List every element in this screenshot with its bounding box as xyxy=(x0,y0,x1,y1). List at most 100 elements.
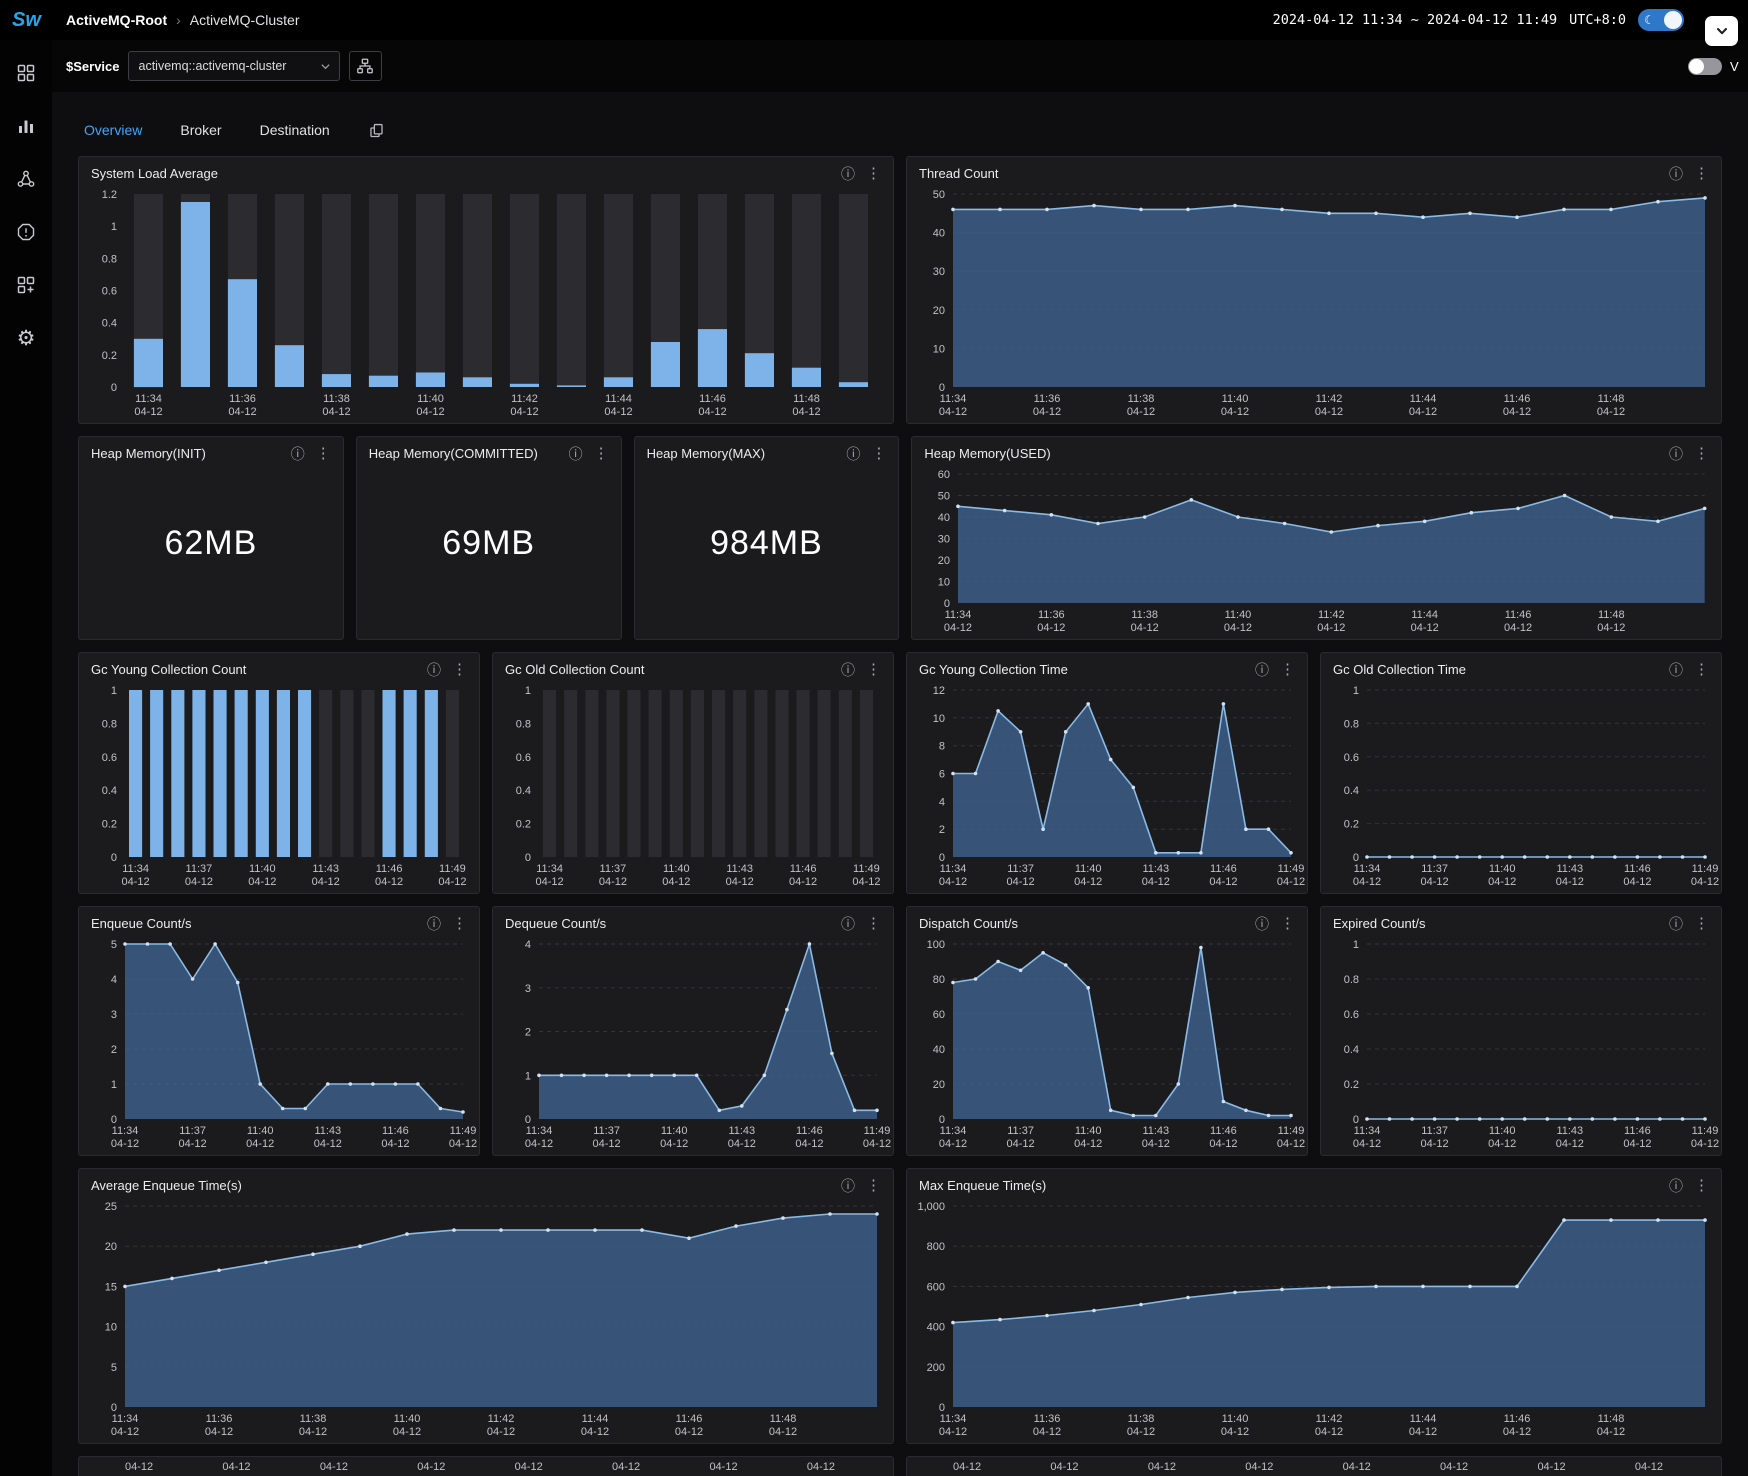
kebab-menu-icon[interactable]: ⋮ xyxy=(871,446,886,461)
svg-text:11:46: 11:46 xyxy=(1210,863,1237,875)
svg-text:04-12: 04-12 xyxy=(1007,876,1035,888)
kebab-menu-icon[interactable]: ⋮ xyxy=(866,662,881,677)
svg-text:04-12: 04-12 xyxy=(1131,622,1159,634)
service-select[interactable]: activemq::activemq-cluster xyxy=(128,51,340,81)
kebab-menu-icon[interactable]: ⋮ xyxy=(1280,662,1295,677)
kebab-menu-icon[interactable]: ⋮ xyxy=(866,166,881,181)
info-icon[interactable]: ⓘ xyxy=(291,447,305,461)
svg-text:40: 40 xyxy=(933,1044,945,1056)
info-icon[interactable]: ⓘ xyxy=(841,167,855,181)
info-icon[interactable]: ⓘ xyxy=(1669,167,1683,181)
auto-refresh-toggle[interactable] xyxy=(1688,58,1722,75)
svg-text:11:49: 11:49 xyxy=(1692,863,1719,875)
svg-text:11:40: 11:40 xyxy=(1222,393,1249,405)
svg-text:11:43: 11:43 xyxy=(1556,1125,1583,1137)
info-icon[interactable]: ⓘ xyxy=(569,447,583,461)
row-5: Average Enqueue Time(s) ⓘ⋮ 051015202511:… xyxy=(78,1168,1722,1444)
theme-toggle-knob xyxy=(1664,11,1682,29)
svg-text:50: 50 xyxy=(938,491,950,503)
theme-toggle[interactable]: ☾ xyxy=(1638,9,1684,31)
info-icon[interactable]: ⓘ xyxy=(1669,1179,1683,1193)
info-icon[interactable]: ⓘ xyxy=(841,917,855,931)
svg-text:30: 30 xyxy=(938,534,950,546)
info-icon[interactable]: ⓘ xyxy=(1669,447,1683,461)
svg-text:04-12: 04-12 xyxy=(939,406,967,418)
tab-broker[interactable]: Broker xyxy=(180,122,221,138)
dashboard-icon[interactable] xyxy=(15,62,37,84)
kebab-menu-icon[interactable]: ⋮ xyxy=(866,916,881,931)
copy-tabs-icon[interactable] xyxy=(368,122,385,139)
kebab-menu-icon[interactable]: ⋮ xyxy=(1694,446,1709,461)
time-range-picker[interactable]: 2024-04-12 11:34 ~ 2024-04-12 11:49 xyxy=(1273,12,1557,28)
tab-overview[interactable]: Overview xyxy=(84,122,142,138)
svg-text:04-12: 04-12 xyxy=(662,876,690,888)
kebab-menu-icon[interactable]: ⋮ xyxy=(1280,916,1295,931)
svg-text:10: 10 xyxy=(933,343,945,355)
chevron-down-icon xyxy=(1715,24,1729,38)
chart-card-gc-young-time: Gc Young Collection Time ⓘ⋮ 02468101211:… xyxy=(906,652,1308,894)
tab-destination[interactable]: Destination xyxy=(260,122,330,138)
metrics-chart-icon[interactable] xyxy=(15,115,37,137)
skywalking-logo[interactable]: Sw xyxy=(12,9,56,32)
svg-text:04-12: 04-12 xyxy=(381,1138,409,1150)
svg-text:0.8: 0.8 xyxy=(516,718,531,730)
kebab-menu-icon[interactable]: ⋮ xyxy=(594,446,609,461)
svg-text:11:40: 11:40 xyxy=(663,863,690,875)
svg-text:0.6: 0.6 xyxy=(1344,752,1359,764)
svg-text:11:46: 11:46 xyxy=(1210,1125,1237,1137)
svg-text:04-12: 04-12 xyxy=(789,876,817,888)
chart-card-gc-old-count: Gc Old Collection Count ⓘ⋮ 00.20.40.60.8… xyxy=(492,652,894,894)
svg-text:04-12: 04-12 xyxy=(726,876,754,888)
svg-text:11:46: 11:46 xyxy=(699,393,726,405)
marketplace-icon[interactable] xyxy=(15,274,37,296)
svg-text:04-12: 04-12 xyxy=(1623,876,1651,888)
info-icon[interactable]: ⓘ xyxy=(427,917,441,931)
chart-title: Thread Count xyxy=(919,166,999,181)
kebab-menu-icon[interactable]: ⋮ xyxy=(1694,1178,1709,1193)
alerting-icon[interactable] xyxy=(15,221,37,243)
info-icon[interactable]: ⓘ xyxy=(427,663,441,677)
kebab-menu-icon[interactable]: ⋮ xyxy=(1694,166,1709,181)
svg-text:11:34: 11:34 xyxy=(940,863,967,875)
chart-title: System Load Average xyxy=(91,166,218,181)
kebab-menu-icon[interactable]: ⋮ xyxy=(1694,916,1709,931)
kebab-menu-icon[interactable]: ⋮ xyxy=(316,446,331,461)
svg-text:11:34: 11:34 xyxy=(940,1125,967,1137)
svg-text:0.6: 0.6 xyxy=(516,752,531,764)
breadcrumb-root[interactable]: ActiveMQ-Root xyxy=(66,12,167,28)
svg-text:04-12: 04-12 xyxy=(660,1138,688,1150)
kebab-menu-icon[interactable]: ⋮ xyxy=(1694,662,1709,677)
chart-card-gc-young-count: Gc Young Collection Count ⓘ⋮ 00.20.40.60… xyxy=(78,652,480,894)
svg-text:04-12: 04-12 xyxy=(1221,1426,1249,1438)
svg-text:04-12: 04-12 xyxy=(599,876,627,888)
kebab-menu-icon[interactable]: ⋮ xyxy=(452,916,467,931)
svg-text:11:48: 11:48 xyxy=(793,393,820,405)
svg-text:11:44: 11:44 xyxy=(1412,609,1439,621)
service-topology-button[interactable] xyxy=(349,51,382,81)
svg-text:11:37: 11:37 xyxy=(600,863,627,875)
svg-text:0.8: 0.8 xyxy=(102,718,117,730)
info-icon[interactable]: ⓘ xyxy=(841,1179,855,1193)
svg-text:11:36: 11:36 xyxy=(206,1413,233,1425)
kebab-menu-icon[interactable]: ⋮ xyxy=(866,1178,881,1193)
info-icon[interactable]: ⓘ xyxy=(1255,663,1269,677)
svg-text:11:38: 11:38 xyxy=(1128,1413,1155,1425)
svg-text:04-12: 04-12 xyxy=(1421,1138,1449,1150)
info-icon[interactable]: ⓘ xyxy=(846,447,860,461)
timezone-label: UTC+8:0 xyxy=(1569,12,1626,28)
info-icon[interactable]: ⓘ xyxy=(1669,663,1683,677)
chart-title: Gc Old Collection Time xyxy=(1333,662,1466,677)
info-icon[interactable]: ⓘ xyxy=(1255,917,1269,931)
svg-text:04-12: 04-12 xyxy=(1209,1138,1237,1150)
kebab-menu-icon[interactable]: ⋮ xyxy=(452,662,467,677)
sidebar: ⚙ xyxy=(0,40,52,1476)
settings-gear-icon[interactable]: ⚙ xyxy=(15,327,37,349)
chart-title: Gc Young Collection Time xyxy=(919,662,1068,677)
collapse-header-button[interactable] xyxy=(1705,16,1738,46)
svg-text:04-12: 04-12 xyxy=(1556,876,1584,888)
breadcrumb-current[interactable]: ActiveMQ-Cluster xyxy=(190,12,300,28)
info-icon[interactable]: ⓘ xyxy=(841,663,855,677)
info-icon[interactable]: ⓘ xyxy=(1669,917,1683,931)
svg-text:11:34: 11:34 xyxy=(112,1125,139,1137)
topology-icon[interactable] xyxy=(15,168,37,190)
